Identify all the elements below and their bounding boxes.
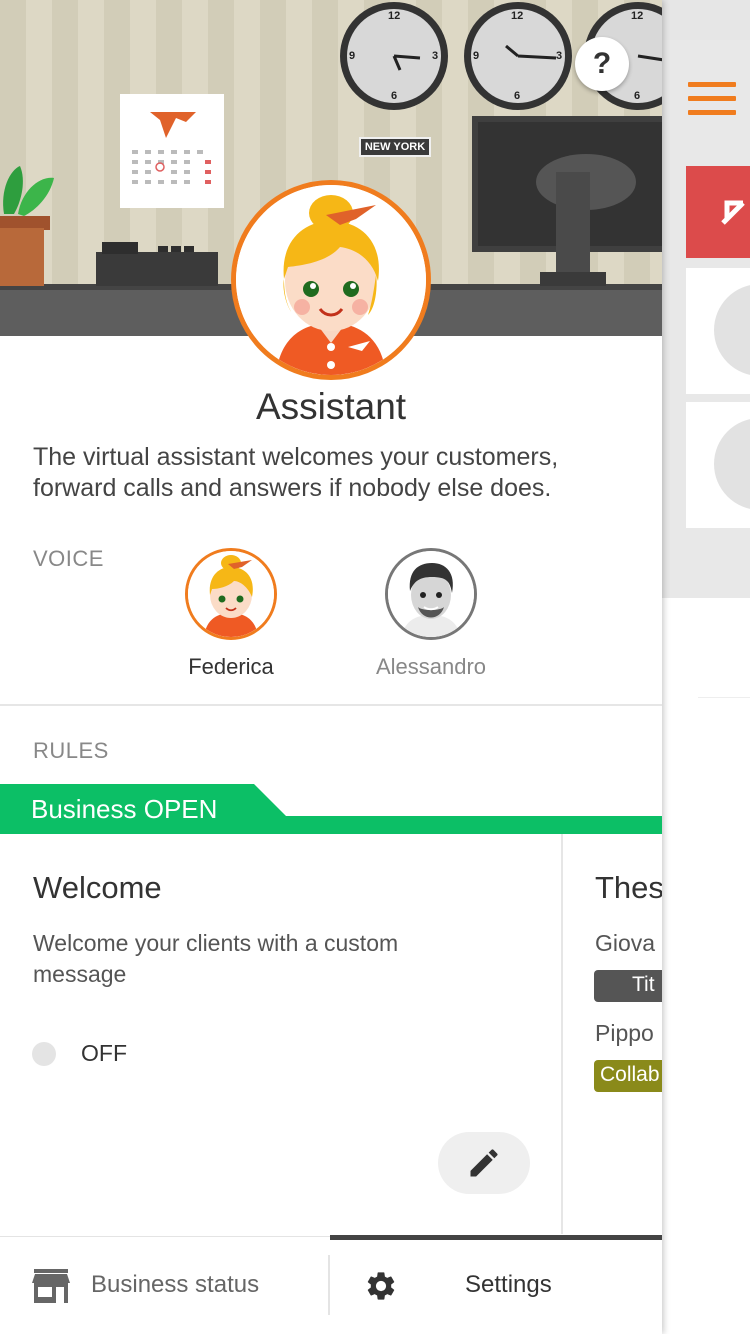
welcome-card-title: Welcome xyxy=(33,870,162,905)
hamburger-menu-icon[interactable] xyxy=(688,82,738,116)
operator-role-tag: Collab xyxy=(594,1060,662,1092)
federica-avatar xyxy=(185,548,277,640)
question-mark-icon: ? xyxy=(592,47,612,80)
side-panel-peek xyxy=(662,0,750,1334)
side-panel-card[interactable] xyxy=(686,268,750,394)
federica-face-image xyxy=(188,551,274,637)
welcome-rule-card[interactable]: Welcome Welcome your clients with a cust… xyxy=(0,834,563,1234)
operator-name: Pippo xyxy=(595,1020,654,1046)
settings-label: Settings xyxy=(465,1271,552,1298)
bottom-tab-bar: Business status Settings xyxy=(0,1235,662,1334)
collapse-arrow-icon xyxy=(721,200,745,225)
business-open-label: Business OPEN xyxy=(31,794,218,824)
operators-rule-card[interactable]: Thes Giova Tit Pippo Collab xyxy=(565,834,662,1234)
clock-numeral: 12 xyxy=(631,10,644,22)
help-button[interactable]: ? xyxy=(575,37,629,91)
operator-role-tag: Tit xyxy=(594,970,662,1002)
side-panel-status-strip xyxy=(662,0,750,40)
clock-numeral: 6 xyxy=(634,90,641,102)
voice-option-federica[interactable]: Federica xyxy=(161,548,301,680)
welcome-toggle[interactable] xyxy=(32,1042,56,1066)
side-panel-divider xyxy=(698,697,750,698)
clock-numeral: 3 xyxy=(432,50,439,62)
assistant-avatar xyxy=(231,180,431,380)
clock-numeral: 12 xyxy=(388,10,401,22)
city-sign: NEW YORK xyxy=(359,137,431,157)
business-open-banner: Business OPEN xyxy=(0,784,662,834)
city-label: NEW YORK xyxy=(364,141,426,153)
store-icon xyxy=(32,1269,70,1303)
voice-name-alessandro: Alessandro xyxy=(375,654,487,679)
tab-settings[interactable]: Settings xyxy=(330,1235,662,1334)
pencil-icon xyxy=(470,1149,498,1177)
gear-icon xyxy=(367,1272,395,1300)
welcome-card-description: Welcome your clients with a custom messa… xyxy=(33,930,399,987)
side-panel-alert-card[interactable] xyxy=(686,166,750,258)
active-tab-indicator xyxy=(330,1235,662,1240)
clock-numeral: 9 xyxy=(349,50,356,62)
welcome-toggle-state: OFF xyxy=(81,1040,127,1066)
voice-section-label: VOICE xyxy=(33,546,104,571)
operators-card-title: Thes xyxy=(595,870,662,905)
section-divider xyxy=(0,704,662,706)
settings-drawer: 12 3 6 9 12 3 6 9 12 6 NEW YORK ? Assist… xyxy=(0,0,662,1334)
tab-business-status[interactable]: Business status xyxy=(0,1237,328,1334)
side-panel-card[interactable] xyxy=(686,402,750,528)
clock-numeral: 6 xyxy=(514,90,521,102)
assistant-description: The virtual assistant welcomes your cust… xyxy=(33,443,559,502)
business-status-label: Business status xyxy=(91,1271,260,1298)
edit-welcome-button[interactable] xyxy=(438,1132,530,1194)
operator-name: Giova xyxy=(595,930,656,956)
clock-numeral: 3 xyxy=(556,50,563,62)
voice-option-alessandro[interactable]: Alessandro xyxy=(361,548,501,680)
alessandro-face-image xyxy=(388,551,474,637)
alessandro-avatar xyxy=(385,548,477,640)
clock-numeral: 12 xyxy=(511,10,524,22)
clock-numeral: 9 xyxy=(473,50,480,62)
page-title: Assistant xyxy=(255,386,407,427)
assistant-character-image xyxy=(236,185,426,375)
clock-numeral: 6 xyxy=(391,90,398,102)
rules-section-label: RULES xyxy=(33,738,109,763)
voice-name-federica: Federica xyxy=(188,654,274,679)
